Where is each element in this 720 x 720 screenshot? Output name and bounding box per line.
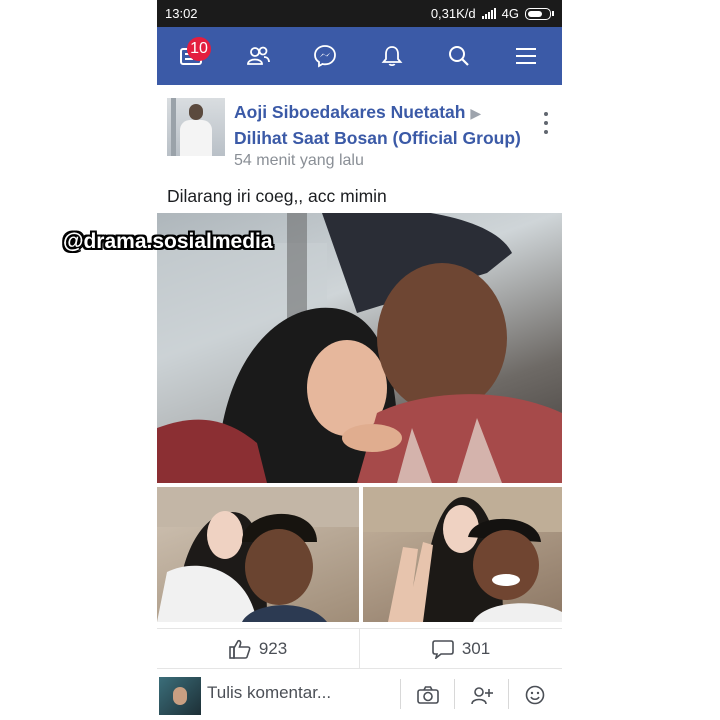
signal-icon bbox=[481, 8, 496, 19]
nav-news-feed[interactable]: 10 bbox=[157, 27, 224, 85]
reaction-bar: 923 301 bbox=[157, 628, 562, 669]
messenger-icon bbox=[313, 45, 336, 68]
comment-count: 301 bbox=[461, 639, 491, 658]
nav-friends[interactable] bbox=[224, 27, 291, 85]
bell-icon bbox=[381, 46, 402, 67]
nav-notifications[interactable] bbox=[358, 27, 425, 85]
nav-menu[interactable] bbox=[492, 27, 559, 85]
battery-tip bbox=[552, 11, 554, 16]
group-name[interactable]: Dilihat Saat Bosan (Official Group) bbox=[234, 128, 521, 148]
network-type: 4G bbox=[501, 6, 519, 21]
search-icon bbox=[448, 46, 469, 66]
watermark-text: @drama.sosialmedia bbox=[63, 230, 273, 253]
composer-divider-1 bbox=[400, 679, 401, 709]
status-indicators: 0,31K/d 4G bbox=[431, 6, 554, 21]
comment-composer: Tulis komentar... bbox=[157, 668, 562, 720]
tag-friend-icon[interactable] bbox=[468, 681, 496, 709]
author-name[interactable]: Aoji Siboedakares Nuetatah bbox=[234, 102, 465, 122]
emoji-icon[interactable] bbox=[521, 681, 549, 709]
nav-search[interactable] bbox=[425, 27, 492, 85]
comment-icon bbox=[432, 640, 454, 659]
menu-icon bbox=[515, 48, 536, 64]
like-button[interactable]: 923 bbox=[157, 629, 359, 669]
post-caption: Dilarang iri coeg,, acc mimin bbox=[167, 186, 387, 206]
post-header: Aoji Siboedakares Nuetatah ▶ Dilihat Saa… bbox=[157, 96, 562, 176]
composer-divider-3 bbox=[508, 679, 509, 709]
top-navigation-bar: 10 bbox=[157, 27, 562, 85]
author-avatar[interactable] bbox=[167, 98, 225, 156]
nav-messenger[interactable] bbox=[291, 27, 358, 85]
post-photo-right[interactable] bbox=[363, 487, 562, 622]
post-author-line: Aoji Siboedakares Nuetatah ▶ Dilihat Saa… bbox=[234, 100, 534, 151]
comment-input[interactable]: Tulis komentar... bbox=[207, 683, 331, 703]
more-options-icon[interactable] bbox=[544, 112, 550, 134]
comment-button[interactable]: 301 bbox=[360, 629, 562, 669]
thumbs-up-icon bbox=[229, 639, 251, 659]
status-time: 13:02 bbox=[165, 6, 198, 21]
user-avatar bbox=[159, 677, 201, 715]
notification-badge: 10 bbox=[187, 37, 211, 61]
facebook-app-screen: 13:02 0,31K/d 4G 10 Aoji Siboedakares Nu… bbox=[157, 0, 562, 720]
like-count: 923 bbox=[258, 639, 288, 658]
status-bar: 13:02 0,31K/d 4G bbox=[157, 0, 562, 27]
post-timestamp[interactable]: 54 menit yang lalu bbox=[234, 152, 364, 170]
battery-icon bbox=[525, 7, 551, 20]
camera-icon[interactable] bbox=[414, 681, 442, 709]
arrow-right-icon: ▶ bbox=[470, 105, 482, 121]
composer-divider-2 bbox=[454, 679, 455, 709]
friends-icon bbox=[246, 46, 270, 65]
post-photo-left[interactable] bbox=[157, 487, 359, 622]
network-speed: 0,31K/d bbox=[430, 6, 476, 21]
